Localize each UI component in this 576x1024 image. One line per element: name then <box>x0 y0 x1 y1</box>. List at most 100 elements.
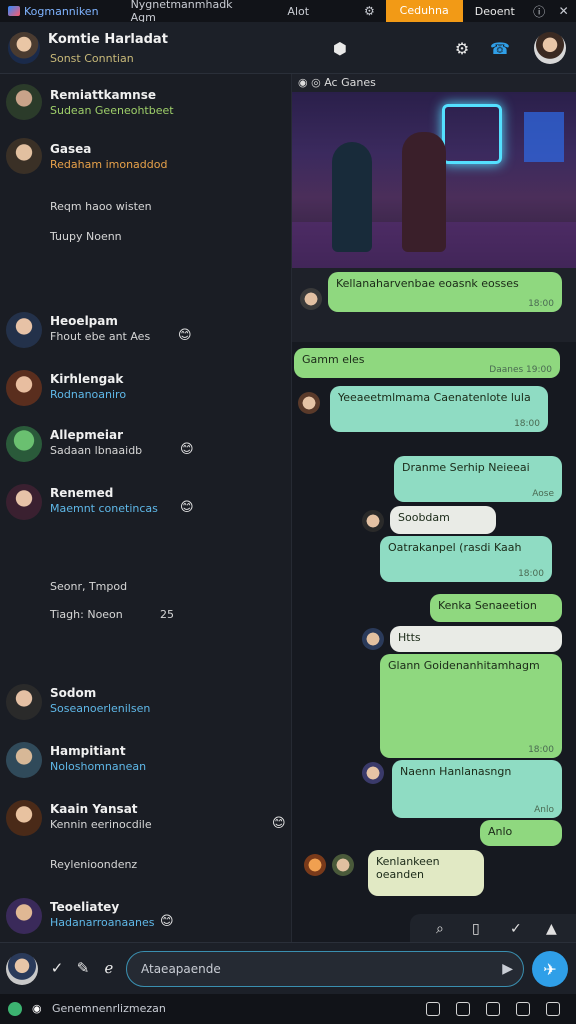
avatar <box>6 484 42 520</box>
chat-preview: Maemnt conetincas <box>50 502 158 515</box>
book-icon[interactable]: ▯ <box>472 921 480 937</box>
list-item[interactable]: Sodom Soseanoerlenilsen <box>0 682 292 726</box>
message-bubble: Yeeaeetmlmama Caenatenlote lula 18:00 <box>330 386 548 432</box>
list-item[interactable]: Remiattkamnse Sudean Geeneohtbeet <box>0 80 292 124</box>
media-card[interactable]: ◉ ◎ Ac Ganes Kellanaharvenbae eoasnk eos… <box>292 74 576 342</box>
list-item[interactable]: Seonr, Tmpod <box>0 578 292 606</box>
check-icon[interactable]: ✓ <box>510 921 522 937</box>
chat-emoji: 😊 <box>160 914 174 929</box>
avatar <box>6 138 42 174</box>
chat-title: Teoeliatey <box>50 900 120 914</box>
message-time: 18:00 <box>514 419 540 429</box>
primary-button[interactable]: Ceduhna <box>385 0 463 22</box>
app-brand[interactable]: Kogmanniken <box>0 5 107 18</box>
chat-title: Kirhlengak <box>50 372 124 386</box>
message-bubble: Htts <box>390 626 562 652</box>
list-item[interactable]: Reqm haoo wisten <box>0 196 292 226</box>
attach-icon[interactable]: ⌕ <box>436 921 444 937</box>
online-icon <box>8 1002 22 1016</box>
chat-preview: Kennin eerinocdile <box>50 818 152 831</box>
avatar <box>6 84 42 120</box>
message-text: Kenlankeen oeanden <box>376 855 440 881</box>
chat-title: Gasea <box>50 142 92 156</box>
avatar[interactable] <box>6 953 38 985</box>
list-item[interactable]: Kaain Yansat Kennin eerinocdile 😊 <box>0 798 292 842</box>
secondary-button[interactable]: Deoent <box>463 5 527 18</box>
message-text: Yeeaeetmlmama Caenatenlote lula <box>338 391 531 404</box>
list-item[interactable]: Heoelpam Fhout ebe ant Aes 😊 <box>0 310 292 354</box>
call-icon[interactable]: ☎ <box>488 36 512 60</box>
nav-item[interactable]: Nygnetmanmhadk Agm <box>121 0 256 24</box>
chat-title: Tiagh: Noeon <box>50 608 123 621</box>
chat-title: Hampitiant <box>50 744 126 758</box>
window-icon[interactable] <box>456 1002 470 1016</box>
avatar <box>6 426 42 462</box>
list-item[interactable]: Tiagh: Noeon 25 <box>0 606 292 634</box>
message-bubble: Gamm eles Daanes 19:00 <box>294 348 560 378</box>
list-item[interactable]: Gasea Redaham imonaddod <box>0 134 292 184</box>
nav-item-2[interactable]: Alot <box>277 5 319 18</box>
chat-title: Remiattkamnse <box>50 88 156 102</box>
message-text: Htts <box>398 631 421 644</box>
avatar[interactable] <box>8 32 40 64</box>
message-time: Daanes 19:00 <box>489 365 552 375</box>
chat-preview: 25 <box>160 608 174 621</box>
chat-title: Seonr, Tmpod <box>50 580 128 593</box>
message-bubble: Kenlankeen oeanden <box>368 850 484 896</box>
scene-screen <box>524 112 564 162</box>
avatar <box>362 510 384 532</box>
message-text: Gamm eles <box>302 353 365 366</box>
message-text: Oatrakanpel (rasdi Kaah <box>388 541 522 554</box>
lock-icon[interactable] <box>486 1002 500 1016</box>
settings-icon[interactable]: ⚙ <box>357 4 382 18</box>
chat-title: Reqm haoo wisten <box>50 200 152 213</box>
game-screenshot[interactable] <box>292 92 576 268</box>
pin-icon[interactable]: ▲ <box>546 921 557 937</box>
media-caption-text: Ac Ganes <box>324 76 376 89</box>
chat-title: Kaain Yansat <box>50 802 138 816</box>
message-time: 18:00 <box>528 299 554 309</box>
chat-title: Allepmeiar <box>50 428 124 442</box>
chat-preview: Fhout ebe ant Aes <box>50 330 151 343</box>
close-icon[interactable]: ✕ <box>551 4 576 18</box>
game-icon[interactable]: ⬢ <box>328 36 352 60</box>
chat-emoji: 😊 <box>272 816 286 831</box>
list-item[interactable]: Teoeliatey Hadanarroanaanes 😊 <box>0 896 292 940</box>
chat-list: Remiattkamnse Sudean Geeneohtbeet Gasea … <box>0 74 292 942</box>
chat-preview: Redaham imonaddod <box>50 158 168 171</box>
profile-avatar[interactable] <box>534 32 566 64</box>
gear-icon[interactable]: ⚙ <box>450 36 474 60</box>
grid-icon[interactable] <box>516 1002 530 1016</box>
message-text: Kenka Senaeetion <box>438 599 537 612</box>
chat-preview: Noloshomnanean <box>50 760 147 773</box>
message-input[interactable]: Ataeapaende ▶ <box>126 951 524 987</box>
info-icon[interactable]: ⓘ <box>527 3 552 20</box>
send-button[interactable]: ✈ <box>532 951 568 987</box>
play-icon[interactable]: ▶ <box>502 952 513 986</box>
message-bubble: Glann Goidenanhitamhagm 18:00 <box>380 654 562 758</box>
status-bar: ◉ Genemnenrlizmezan <box>0 994 576 1024</box>
list-item[interactable]: Hampitiant Noloshomnanean <box>0 740 292 784</box>
pen-icon[interactable]: ✎ <box>74 959 92 977</box>
menu-icon[interactable] <box>546 1002 560 1016</box>
message-text: Anlo <box>488 825 513 838</box>
chat-preview: Rodnanoaniro <box>50 388 127 401</box>
message-bubble: Dranme Serhip Neieeai Aose <box>394 456 562 502</box>
app-logo-icon <box>8 6 20 16</box>
avatar <box>6 898 42 934</box>
message-time: Anlo <box>534 805 554 815</box>
media-label: Kellanaharvenbae eoasnk eosses <box>336 277 519 290</box>
list-item[interactable]: Kirhlengak Rodnanoaniro <box>0 368 292 412</box>
emoji-icon[interactable]: ℯ <box>100 959 118 977</box>
chat-emoji: 😊 <box>180 500 194 515</box>
list-item[interactable]: Allepmeiar Sadaan lbnaaidb 😊 <box>0 424 292 468</box>
message-text: Soobdam <box>398 511 450 524</box>
check-icon[interactable]: ✓ <box>48 959 66 977</box>
list-item[interactable]: Tuupy Noenn <box>0 226 292 256</box>
box-icon[interactable] <box>426 1002 440 1016</box>
list-item[interactable]: Reylenioondenz <box>0 854 292 882</box>
chat-preview: Hadanarroanaanes <box>50 916 155 929</box>
chat-title: Renemed <box>50 486 114 500</box>
list-item[interactable]: Renemed Maemnt conetincas 😊 <box>0 482 292 526</box>
chat-title: Tuupy Noenn <box>50 230 122 243</box>
